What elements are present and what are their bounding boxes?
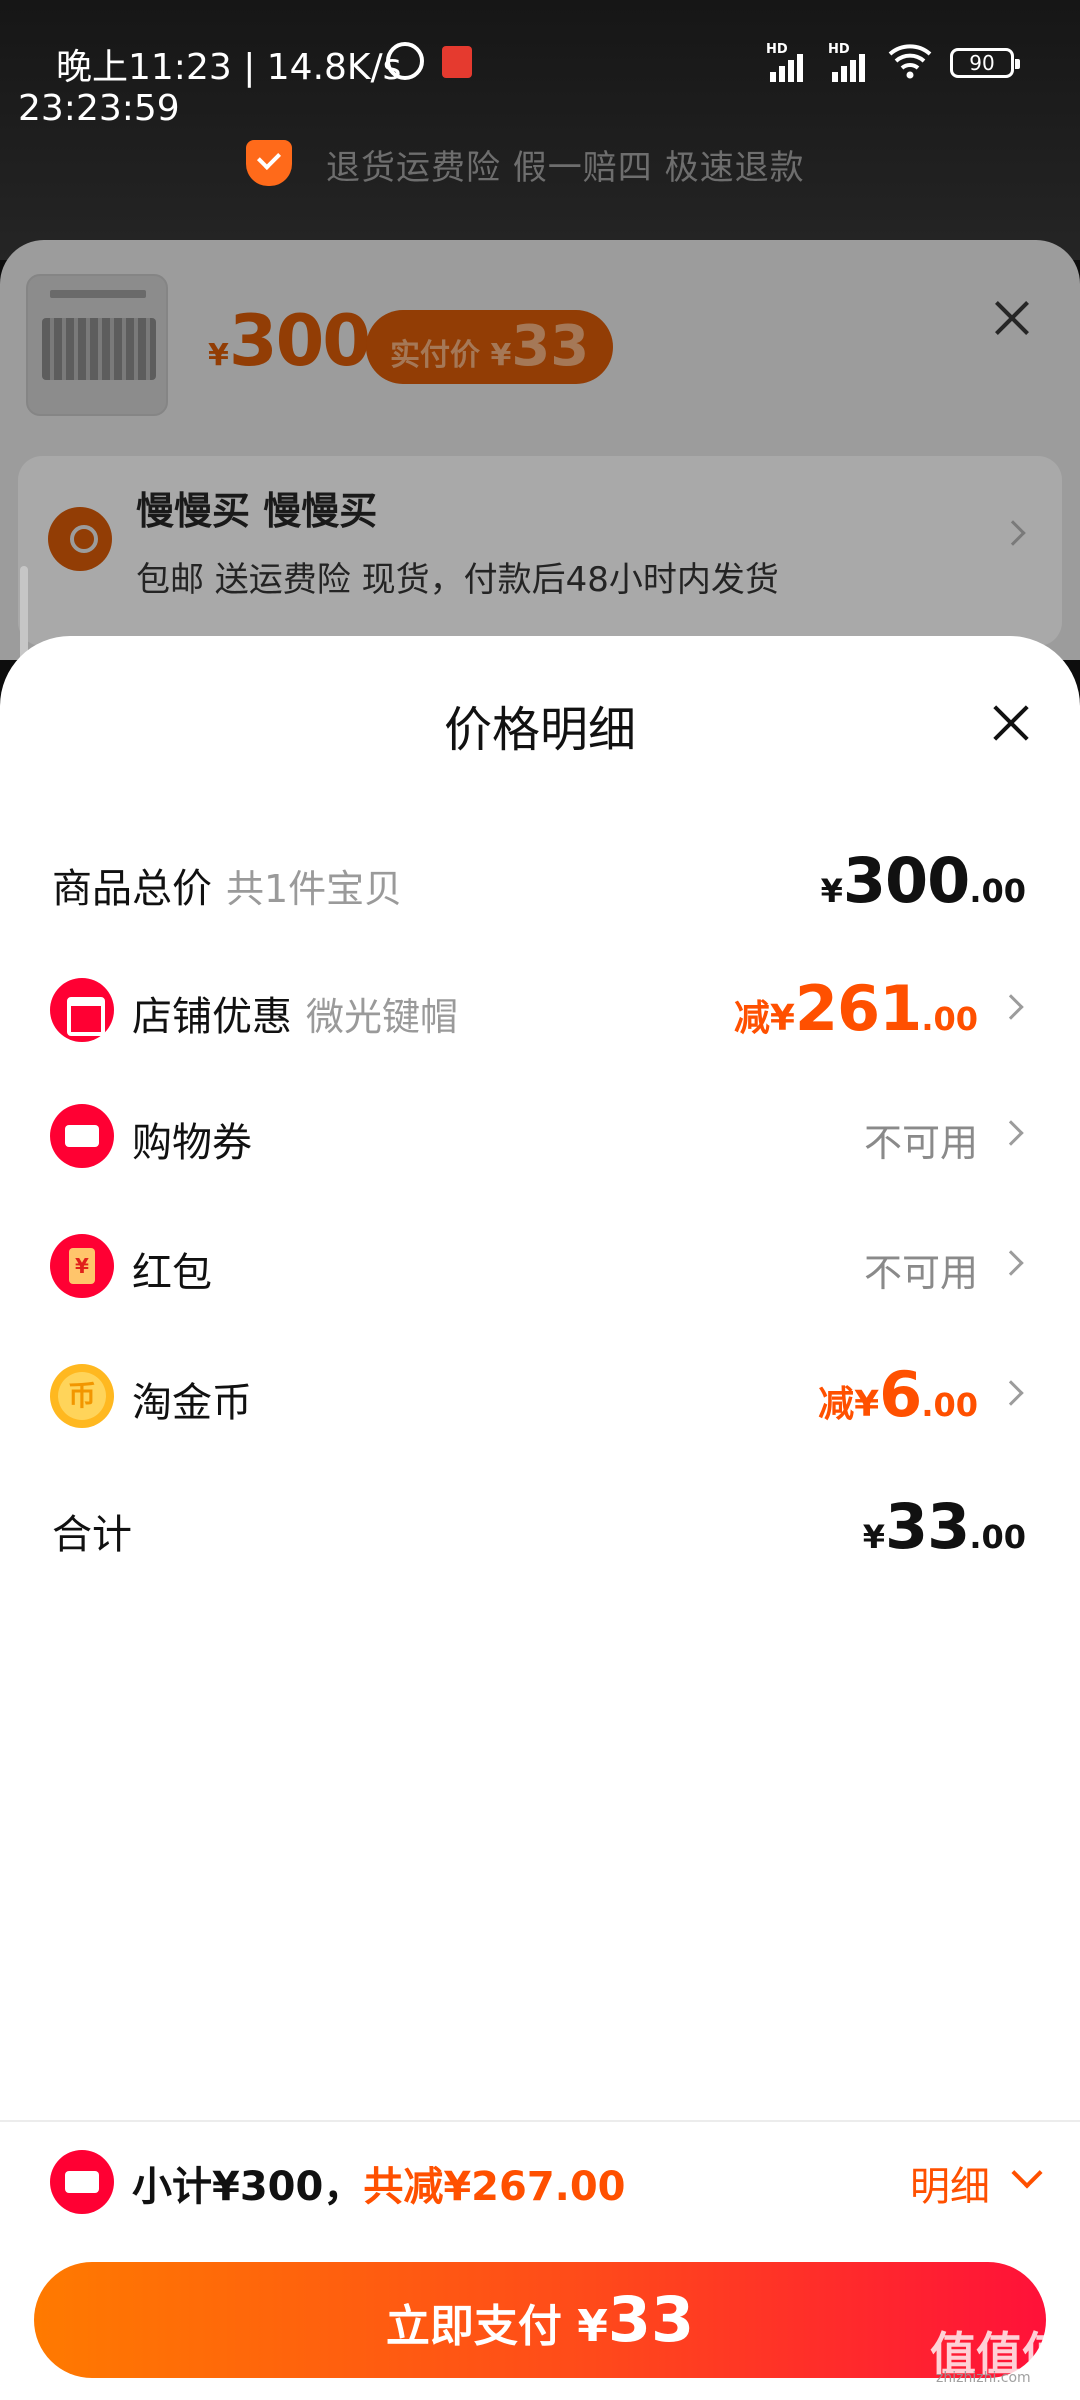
- row-label: 商品总价: [52, 866, 212, 912]
- status-time: 晚上11:23 | 14.8K/s: [56, 47, 402, 88]
- row-label: 红包: [132, 1250, 212, 1296]
- row-label: 合计: [52, 1512, 132, 1558]
- product-thumbnail: [26, 274, 168, 416]
- location-icon: [48, 507, 112, 571]
- store-icon: [50, 978, 114, 1042]
- discount-total: 共减¥267.00: [363, 2164, 626, 2210]
- sheet-title: 价格明细: [443, 702, 636, 758]
- row-amount: 减¥261.00: [733, 972, 978, 1045]
- price-row-grand-total: 合计 ¥33.00: [0, 1482, 1080, 1572]
- chevron-right-icon: [998, 1250, 1024, 1276]
- signal-icon: HD: [766, 42, 818, 82]
- row-sublabel: 共1件宝贝: [226, 867, 403, 911]
- app-notification-icon: [442, 46, 472, 78]
- chevron-right-icon: [998, 1120, 1024, 1146]
- address-name: 慢慢买 慢慢买: [136, 489, 378, 533]
- row-label: 购物券: [132, 1120, 252, 1166]
- wifi-icon: [888, 44, 932, 79]
- coupon-icon: [50, 2150, 114, 2214]
- price-row-coupon[interactable]: 购物券 不可用: [0, 1090, 1080, 1180]
- pay-now-button[interactable]: 立即支付 ¥33: [34, 2262, 1046, 2378]
- detail-toggle[interactable]: 明细: [910, 2154, 990, 2212]
- service-guarantee-text: 退货运费险 假一赔四 极速退款: [326, 148, 805, 188]
- shipping-info: 包邮 送运费险 现货，付款后48小时内发货: [136, 560, 779, 600]
- battery-indicator: 90: [950, 48, 1020, 78]
- chevron-right-icon: [998, 994, 1024, 1020]
- red-packet-icon: [50, 1234, 114, 1298]
- row-amount: ¥300.00: [820, 844, 1026, 917]
- price-row-store-discount[interactable]: 店铺优惠 微光键帽 减¥261.00: [0, 964, 1080, 1054]
- signal-icon-2: HD: [828, 42, 880, 82]
- panel-close-icon[interactable]: [990, 296, 1034, 340]
- row-status: 不可用: [863, 1251, 978, 1295]
- alarm-icon: [386, 42, 424, 80]
- row-status: 不可用: [863, 1121, 978, 1165]
- row-label: 淘金币: [132, 1380, 252, 1426]
- clock-overlay: 23:23:59: [18, 88, 180, 129]
- actual-price-pill: 实付价 ¥33: [366, 310, 614, 384]
- price-row-red-packet[interactable]: 红包 不可用: [0, 1220, 1080, 1310]
- chevron-right-icon: [998, 1380, 1024, 1406]
- row-amount: 减¥6.00: [818, 1358, 978, 1431]
- row-sublabel: 微光键帽: [306, 995, 459, 1039]
- price-row-total: 商品总价 共1件宝贝 ¥300.00: [0, 836, 1080, 926]
- price-row-tao-coins[interactable]: 淘金币 减¥6.00: [0, 1350, 1080, 1440]
- row-amount: ¥33.00: [862, 1490, 1026, 1563]
- row-label: 店铺优惠: [132, 994, 292, 1040]
- coin-icon: [50, 1364, 114, 1428]
- coupon-icon: [50, 1104, 114, 1168]
- product-price: ¥300: [208, 300, 371, 382]
- status-bar: 晚上11:23 | 14.8K/s HD HD 90 23:23:59: [0, 0, 1080, 130]
- shield-check-icon: [246, 140, 292, 186]
- subtotal-summary: 小计¥300，共减¥267.00: [132, 2164, 626, 2210]
- close-icon[interactable]: [988, 700, 1034, 746]
- watermark-logo: 值值值 zhizhizhi.com: [930, 2327, 1068, 2386]
